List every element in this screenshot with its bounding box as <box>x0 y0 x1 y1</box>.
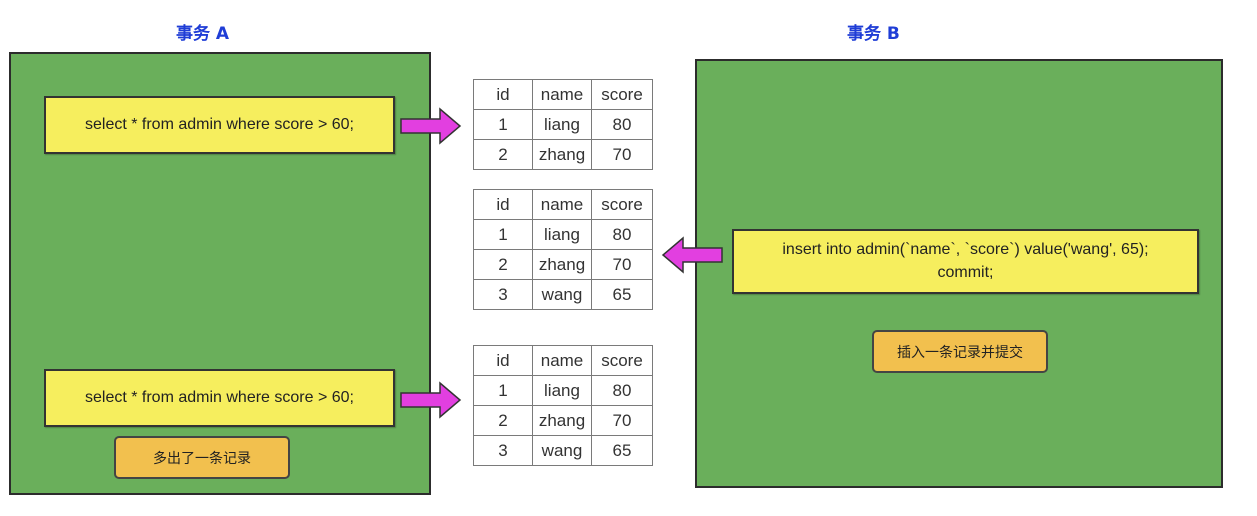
transaction-a-query-1: select * from admin where score > 60; <box>44 96 395 154</box>
table-cell: 3 <box>473 279 533 310</box>
transaction-b-insert-query: insert into admin(`name`, `score`) value… <box>732 229 1199 294</box>
table-header-row: id name score <box>473 345 653 376</box>
arrow-left-icon <box>661 236 723 274</box>
arrow-right-icon <box>400 107 462 145</box>
table-row: 1 liang 80 <box>473 375 653 406</box>
table-row: 2 zhang 70 <box>473 249 653 280</box>
table-cell: 70 <box>591 405 653 436</box>
arrow-right-icon <box>400 381 462 419</box>
table-cell: wang <box>532 279 592 310</box>
table-header-cell: name <box>532 189 592 220</box>
table-cell: zhang <box>532 139 592 170</box>
table-cell: 1 <box>473 219 533 250</box>
table-row: 2 zhang 70 <box>473 139 653 170</box>
transaction-a-title: 事务 A <box>176 24 230 44</box>
table-header-cell: id <box>473 79 533 110</box>
table-header-cell: id <box>473 345 533 376</box>
table-cell: 65 <box>591 435 653 466</box>
arrow-shape <box>400 107 462 145</box>
table-cell: 3 <box>473 435 533 466</box>
table-cell: 70 <box>591 249 653 280</box>
result-table-2: id name score 1 liang 80 2 zhang 70 3 wang 65 <box>473 189 653 310</box>
table-cell: liang <box>532 109 592 140</box>
table-header-cell: score <box>591 189 653 220</box>
transaction-a-query-2: select * from admin where score > 60; <box>44 369 395 427</box>
result-table-1: id name score 1 liang 80 2 zhang 70 <box>473 79 653 170</box>
table-cell: 80 <box>591 375 653 406</box>
table-header-cell: name <box>532 345 592 376</box>
table-header-cell: score <box>591 345 653 376</box>
table-cell: zhang <box>532 249 592 280</box>
table-cell: 80 <box>591 219 653 250</box>
table-cell: zhang <box>532 405 592 436</box>
table-header-cell: name <box>532 79 592 110</box>
table-cell: 1 <box>473 109 533 140</box>
table-cell: liang <box>532 375 592 406</box>
table-row: 1 liang 80 <box>473 219 653 250</box>
table-header-row: id name score <box>473 189 653 220</box>
table-row: 2 zhang 70 <box>473 405 653 436</box>
result-table-3: id name score 1 liang 80 2 zhang 70 3 wang 65 <box>473 345 653 466</box>
arrow-shape <box>661 236 723 274</box>
table-cell: 65 <box>591 279 653 310</box>
table-cell: 2 <box>473 249 533 280</box>
table-row: 3 wang 65 <box>473 279 653 310</box>
table-row: 1 liang 80 <box>473 109 653 140</box>
extra-record-note: 多出了一条记录 <box>114 436 290 479</box>
table-cell: 70 <box>591 139 653 170</box>
table-cell: 1 <box>473 375 533 406</box>
table-cell: wang <box>532 435 592 466</box>
table-header-cell: id <box>473 189 533 220</box>
insert-commit-note: 插入一条记录并提交 <box>872 330 1048 373</box>
table-row: 3 wang 65 <box>473 435 653 466</box>
arrow-shape <box>400 381 462 419</box>
transaction-b-title: 事务 B <box>847 24 900 44</box>
table-cell: 2 <box>473 139 533 170</box>
table-header-cell: score <box>591 79 653 110</box>
table-cell: liang <box>532 219 592 250</box>
table-header-row: id name score <box>473 79 653 110</box>
table-cell: 2 <box>473 405 533 436</box>
table-cell: 80 <box>591 109 653 140</box>
